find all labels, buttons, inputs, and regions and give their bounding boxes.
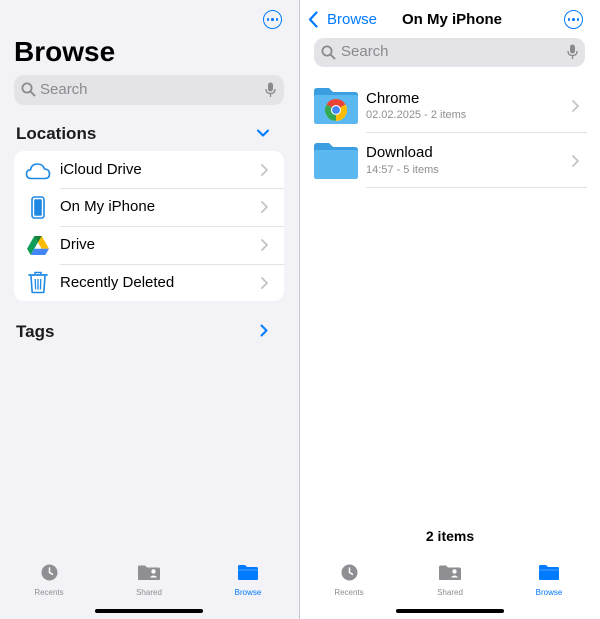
chevron-left-icon (308, 11, 318, 28)
list-item-chrome-folder[interactable]: Chrome 02.02.2025 - 2 items (300, 80, 600, 132)
divider (366, 132, 587, 133)
location-item-recently-deleted[interactable]: Recently Deleted (14, 264, 284, 301)
location-label: On My iPhone (60, 198, 156, 215)
tab-label: Shared (136, 588, 162, 597)
on-my-iphone-panel: Browse On My iPhone Search Chrome 02.02.… (300, 0, 600, 619)
location-label: Recently Deleted (60, 274, 175, 291)
clock-icon (341, 564, 357, 581)
location-label: iCloud Drive (60, 161, 142, 178)
tab-label: Browse (234, 588, 262, 597)
location-item-icloud-drive[interactable]: iCloud Drive (14, 151, 284, 189)
locations-heading: Locations (16, 124, 97, 143)
chevron-right-icon[interactable] (260, 324, 268, 337)
trash-icon (28, 271, 48, 294)
page-title: On My iPhone (402, 11, 503, 28)
tab-shared[interactable]: Shared (420, 564, 480, 597)
home-indicator (396, 609, 504, 613)
chevron-down-icon[interactable] (256, 128, 270, 138)
divider (366, 187, 587, 188)
list-item-download-folder[interactable]: Download 14:57 - 5 items (300, 134, 600, 187)
search-icon (321, 45, 336, 60)
location-item-on-my-iphone[interactable]: On My iPhone (14, 188, 284, 226)
tab-browse[interactable]: Browse (519, 564, 579, 597)
microphone-icon[interactable] (567, 44, 578, 60)
tab-shared[interactable]: Shared (119, 564, 179, 597)
tab-label: Shared (437, 588, 463, 597)
more-options-button[interactable] (564, 10, 583, 29)
chevron-right-icon (572, 100, 579, 112)
chevron-right-icon (261, 277, 268, 289)
clock-icon (41, 564, 57, 581)
search-input[interactable]: Search (314, 38, 585, 67)
shared-folder-icon (138, 565, 160, 580)
cloud-icon (25, 163, 51, 180)
browse-panel: Browse Search Locations iCloud Drive On … (0, 0, 299, 619)
folder-icon (238, 565, 258, 580)
chevron-right-icon (261, 239, 268, 251)
tab-browse[interactable]: Browse (218, 564, 278, 597)
back-label: Browse (327, 11, 378, 28)
chevron-right-icon (572, 155, 579, 167)
tab-label: Recents (34, 588, 64, 597)
microphone-icon[interactable] (265, 82, 276, 98)
tab-label: Browse (535, 588, 563, 597)
file-name: Download (366, 144, 433, 161)
page-title: Browse (14, 36, 116, 67)
tab-recents[interactable]: Recents (319, 564, 379, 597)
home-indicator (95, 609, 203, 613)
search-input[interactable]: Search (14, 75, 284, 105)
google-drive-icon (27, 236, 49, 255)
file-meta: 14:57 - 5 items (366, 164, 439, 176)
search-placeholder: Search (341, 43, 389, 60)
chrome-folder-icon (314, 88, 358, 124)
folder-icon (539, 565, 559, 580)
iphone-icon (31, 196, 45, 219)
more-options-button[interactable] (263, 10, 282, 29)
chevron-right-icon (261, 164, 268, 176)
search-placeholder: Search (40, 81, 88, 98)
locations-list: iCloud Drive On My iPhone Drive Recently… (14, 151, 284, 301)
tab-recents[interactable]: Recents (19, 564, 79, 597)
search-icon (21, 82, 36, 97)
file-name: Chrome (366, 90, 420, 107)
folder-icon (314, 143, 358, 179)
item-count: 2 items (425, 528, 475, 544)
tags-heading: Tags (16, 322, 55, 341)
tab-label: Recents (334, 588, 364, 597)
file-meta: 02.02.2025 - 2 items (366, 109, 467, 121)
location-label: Drive (60, 236, 96, 253)
location-item-drive[interactable]: Drive (14, 226, 284, 264)
shared-folder-icon (439, 565, 461, 580)
chevron-right-icon (261, 201, 268, 213)
